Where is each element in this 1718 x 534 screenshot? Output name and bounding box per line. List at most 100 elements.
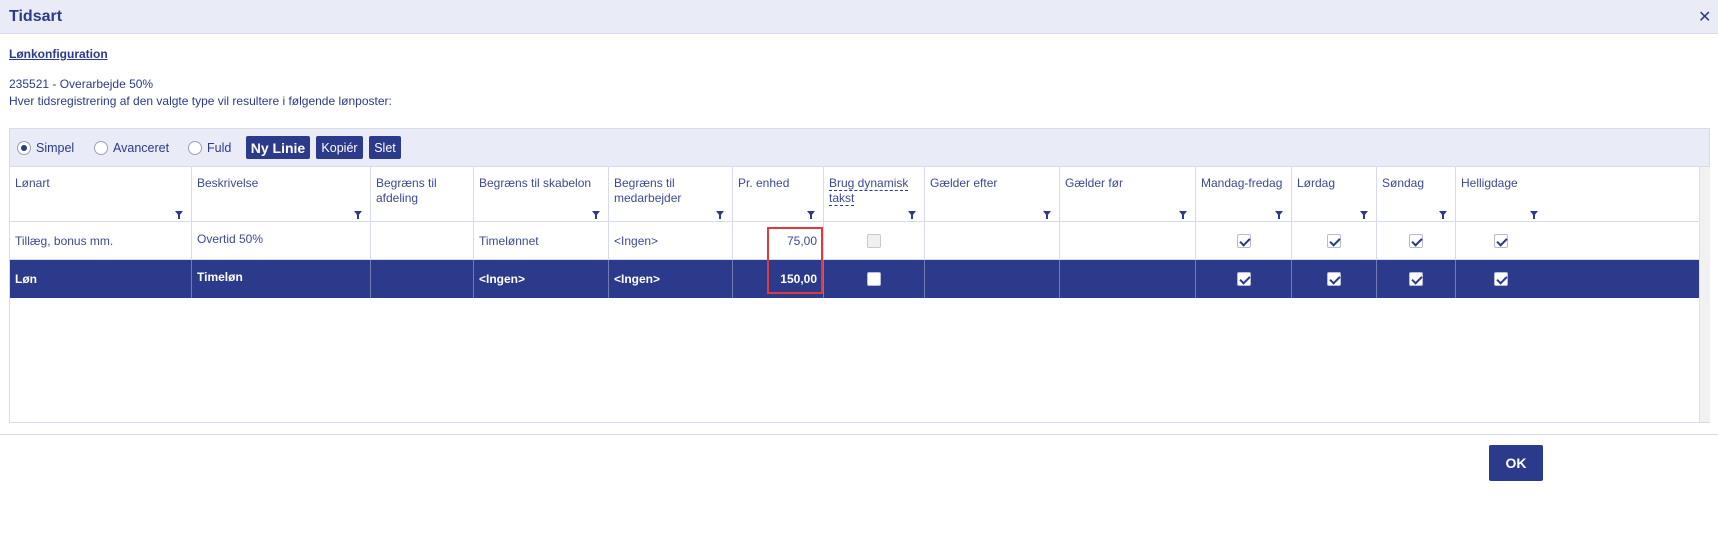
loerdag-checkbox[interactable] <box>1327 272 1341 286</box>
cell-soendag <box>1377 222 1456 260</box>
delete-button[interactable]: Slet <box>369 136 401 159</box>
close-icon[interactable]: ✕ <box>1698 7 1711 27</box>
grid-toolbar: Simpel Avanceret Fuld Ny Linie Kopiér Sl… <box>10 129 1709 167</box>
col-header-label: Begræns til medarbejder <box>614 176 682 205</box>
col-header-medarbejder[interactable]: Begræns til medarbejder <box>609 167 733 222</box>
col-header-label: Begræns til afdeling <box>376 176 437 205</box>
dynamisk-checkbox[interactable] <box>867 234 881 248</box>
cell-mandag-fredag <box>1196 222 1292 260</box>
filter-icon[interactable] <box>1179 211 1187 219</box>
helligdage-checkbox[interactable] <box>1494 272 1508 286</box>
col-header-skabelon[interactable]: Begræns til skabelon <box>474 167 609 222</box>
radio-simpel[interactable]: Simpel <box>17 140 74 156</box>
mandag-fredag-checkbox[interactable] <box>1236 272 1251 286</box>
filter-icon[interactable] <box>1530 211 1538 219</box>
radio-fuld-label: Fuld <box>207 141 232 155</box>
filter-icon[interactable] <box>1275 211 1283 219</box>
filter-icon[interactable] <box>592 211 600 219</box>
cell-afdeling[interactable] <box>371 222 474 260</box>
cell-skabelon[interactable]: Timelønnet <box>474 222 609 260</box>
filter-icon[interactable] <box>716 211 724 219</box>
footer-divider <box>0 434 1718 435</box>
col-header-lonart[interactable]: Lønart <box>10 167 192 222</box>
cell-pr-enhed[interactable]: 75,00 <box>733 222 824 260</box>
radio-avanceret[interactable]: Avanceret <box>94 140 169 156</box>
cell-gaelder-efter[interactable] <box>925 222 1060 260</box>
radio-simpel-dot[interactable] <box>17 141 31 155</box>
dynamisk-checkbox[interactable] <box>867 272 881 286</box>
radio-fuld[interactable]: Fuld <box>188 140 231 156</box>
filter-icon[interactable] <box>908 211 916 219</box>
cell-dynamisk <box>824 260 925 298</box>
loerdag-checkbox[interactable] <box>1327 234 1341 248</box>
col-header-label: Mandag-fredag <box>1201 176 1283 190</box>
col-header-label: Søndag <box>1382 176 1425 190</box>
table-row[interactable]: Tillæg, bonus mm. Overtid 50% Timelønnet… <box>10 222 1700 260</box>
filter-icon[interactable] <box>1360 211 1368 219</box>
mandag-fredag-checkbox[interactable] <box>1236 234 1251 248</box>
radio-fuld-dot[interactable] <box>188 141 202 155</box>
col-header-label: Lørdag <box>1297 176 1336 190</box>
cell-gaelder-efter[interactable] <box>925 260 1060 298</box>
cell-lonart[interactable]: Tillæg, bonus mm. <box>10 222 192 260</box>
col-header-label: Pr. enhed <box>738 176 790 190</box>
copy-button[interactable]: Kopiér <box>316 136 363 159</box>
helligdage-checkbox[interactable] <box>1494 234 1508 248</box>
col-header-pr-enhed[interactable]: Pr. enhed <box>733 167 824 222</box>
table-row-selected[interactable]: Løn Timeløn <Ingen> <Ingen> 150,00 <box>10 260 1700 298</box>
cell-soendag <box>1377 260 1456 298</box>
cell-beskrivelse[interactable]: Timeløn <box>192 260 371 298</box>
lonkonfiguration-link[interactable]: Lønkonfiguration <box>9 47 108 61</box>
cell-medarbejder[interactable]: <Ingen> <box>609 222 733 260</box>
col-header-label: Gælder før <box>1065 176 1124 190</box>
radio-simpel-label: Simpel <box>36 141 75 155</box>
cell-mandag-fredag <box>1196 260 1292 298</box>
dialog-titlebar: Tidsart ✕ <box>0 0 1718 34</box>
col-header-beskrivelse[interactable]: Beskrivelse <box>192 167 371 222</box>
soendag-checkbox[interactable] <box>1409 272 1423 286</box>
vertical-scrollbar[interactable] <box>1699 167 1710 422</box>
salary-grid: Simpel Avanceret Fuld Ny Linie Kopiér Sl… <box>9 128 1710 423</box>
col-header-loerdag[interactable]: Lørdag <box>1292 167 1377 222</box>
cell-pr-enhed[interactable]: 150,00 <box>733 260 824 298</box>
radio-avanceret-dot[interactable] <box>94 141 108 155</box>
col-header-soendag[interactable]: Søndag <box>1377 167 1456 222</box>
cell-gaelder-foer[interactable] <box>1060 260 1196 298</box>
col-header-dynamisk[interactable]: Brug dynamisk takst <box>824 167 925 222</box>
col-header-label: Begræns til skabelon <box>479 176 592 190</box>
col-header-label: Brug dynamisk takst <box>829 176 909 206</box>
cell-lonart[interactable]: Løn <box>10 260 192 298</box>
col-header-gaelder-foer[interactable]: Gælder før <box>1060 167 1196 222</box>
cell-helligdage <box>1456 222 1546 260</box>
cell-skabelon[interactable]: <Ingen> <box>474 260 609 298</box>
ok-button[interactable]: OK <box>1489 445 1543 481</box>
cell-medarbejder[interactable]: <Ingen> <box>609 260 733 298</box>
col-header-afdeling[interactable]: Begræns til afdeling <box>371 167 474 222</box>
col-header-label: Gælder efter <box>930 176 998 190</box>
table-header: Lønart Beskrivelse Begræns til afdeling … <box>10 167 1700 222</box>
radio-avanceret-label: Avanceret <box>113 141 170 155</box>
cell-loerdag <box>1292 260 1377 298</box>
cell-gaelder-foer[interactable] <box>1060 222 1196 260</box>
cell-loerdag <box>1292 222 1377 260</box>
soendag-checkbox[interactable] <box>1409 234 1423 248</box>
col-header-mandag-fredag[interactable]: Mandag-fredag <box>1196 167 1292 222</box>
dialog-title: Tidsart <box>9 8 63 25</box>
cell-dynamisk <box>824 222 925 260</box>
col-header-label: Helligdage <box>1461 176 1518 190</box>
description-text: Hver tidsregistrering af den valgte type… <box>9 94 392 108</box>
filter-icon[interactable] <box>1043 211 1051 219</box>
col-header-helligdage[interactable]: Helligdage <box>1456 167 1546 222</box>
col-header-gaelder-efter[interactable]: Gælder efter <box>925 167 1060 222</box>
new-line-button[interactable]: Ny Linie <box>246 136 310 159</box>
col-header-label: Beskrivelse <box>197 176 259 190</box>
cell-helligdage <box>1456 260 1546 298</box>
col-header-label: Lønart <box>15 176 50 190</box>
cell-afdeling[interactable] <box>371 260 474 298</box>
time-type-name: 235521 - Overarbejde 50% <box>9 77 154 91</box>
filter-icon[interactable] <box>1439 211 1447 219</box>
cell-beskrivelse[interactable]: Overtid 50% <box>192 222 371 260</box>
filter-icon[interactable] <box>354 211 362 219</box>
filter-icon[interactable] <box>807 211 815 219</box>
filter-icon[interactable] <box>175 211 183 219</box>
